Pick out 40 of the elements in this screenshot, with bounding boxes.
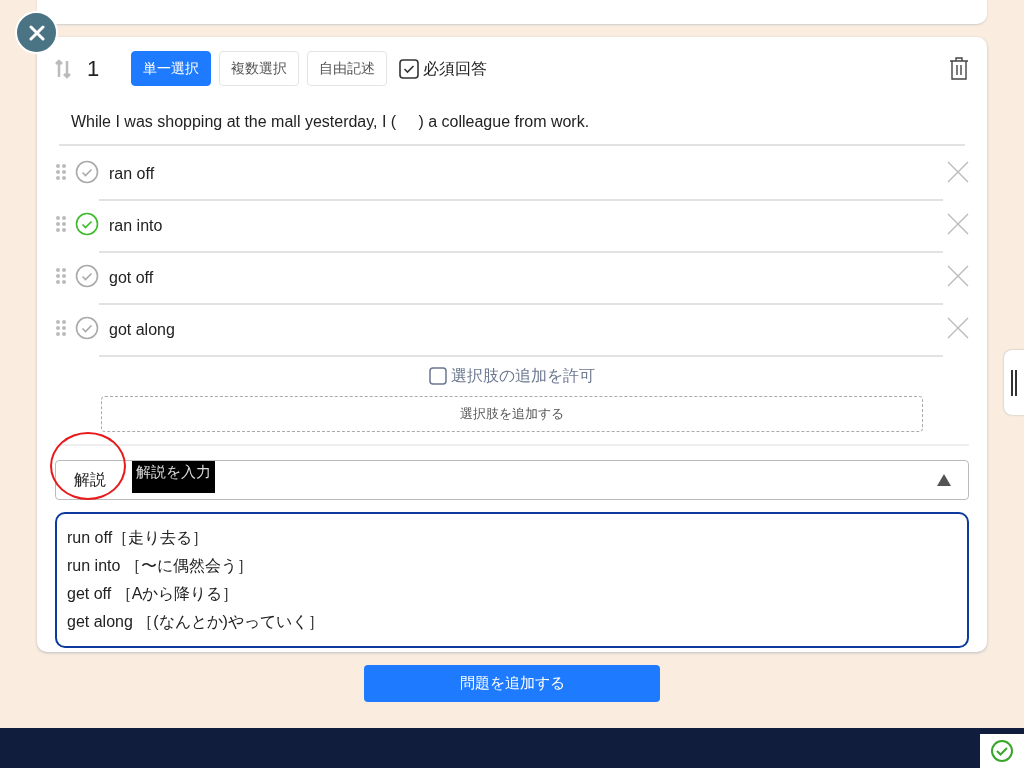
choice-field[interactable]: got off bbox=[99, 253, 943, 305]
correct-answer-toggle[interactable] bbox=[75, 160, 99, 184]
trash-icon[interactable] bbox=[949, 56, 969, 81]
explanation-label: 解説 bbox=[74, 470, 106, 490]
add-question-button[interactable]: 問題を追加する bbox=[364, 665, 660, 702]
explanation-field[interactable]: run off［走り去る］ run into ［〜に偶然会う］ get off ［Aから降りる］ get along ［(なんとか)やっていく］ bbox=[55, 512, 969, 648]
explanation-header[interactable]: 解説 解説を入力 bbox=[55, 460, 969, 500]
correct-answer-toggle[interactable] bbox=[75, 316, 99, 340]
drag-handle-icon[interactable] bbox=[55, 267, 67, 285]
collapse-triangle-icon[interactable] bbox=[936, 473, 952, 487]
question-type-tab[interactable]: 複数選択 bbox=[219, 51, 299, 86]
choice-field[interactable]: ran into bbox=[99, 201, 943, 253]
required-label: 必須回答 bbox=[423, 58, 487, 79]
allow-add-label: 選択肢の追加を許可 bbox=[451, 366, 595, 386]
correct-answer-toggle[interactable] bbox=[75, 212, 99, 236]
choice-field[interactable]: got along bbox=[99, 305, 943, 357]
sort-arrows-icon[interactable] bbox=[55, 58, 71, 79]
question-type-tab[interactable]: 自由記述 bbox=[307, 51, 387, 86]
choice-field[interactable]: ran off bbox=[99, 149, 943, 201]
close-icon[interactable] bbox=[947, 213, 969, 235]
question-type-tab[interactable]: 単一選択 bbox=[131, 51, 211, 86]
question-text: While I was shopping at the mall yesterday, I ( ) a colleague from work. bbox=[59, 102, 965, 146]
allow-add-checkbox[interactable] bbox=[429, 367, 447, 385]
drag-handle-icon[interactable] bbox=[55, 319, 67, 337]
question-number: 1 bbox=[87, 55, 101, 83]
required-checkbox[interactable] bbox=[399, 58, 419, 79]
close-icon[interactable] bbox=[947, 317, 969, 339]
explanation-line: run into ［〜に偶然会う］ bbox=[67, 556, 254, 576]
close-icon[interactable] bbox=[947, 265, 969, 287]
drag-handle-icon[interactable] bbox=[55, 163, 67, 181]
drag-handle-icon[interactable] bbox=[55, 215, 67, 233]
close-icon bbox=[28, 24, 45, 41]
side-handle[interactable] bbox=[1004, 350, 1024, 415]
explanation-line: get along ［(なんとか)やっていく］ bbox=[67, 612, 325, 632]
explanation-placeholder: 解説を入力 bbox=[132, 461, 215, 493]
correct-answer-toggle[interactable] bbox=[75, 264, 99, 288]
add-choice-button[interactable]: 選択肢を追加する bbox=[101, 396, 923, 432]
close-icon[interactable] bbox=[947, 161, 969, 183]
explanation-line: get off ［Aから降りる］ bbox=[67, 584, 240, 604]
explanation-line: run off［走り去る］ bbox=[67, 528, 210, 548]
